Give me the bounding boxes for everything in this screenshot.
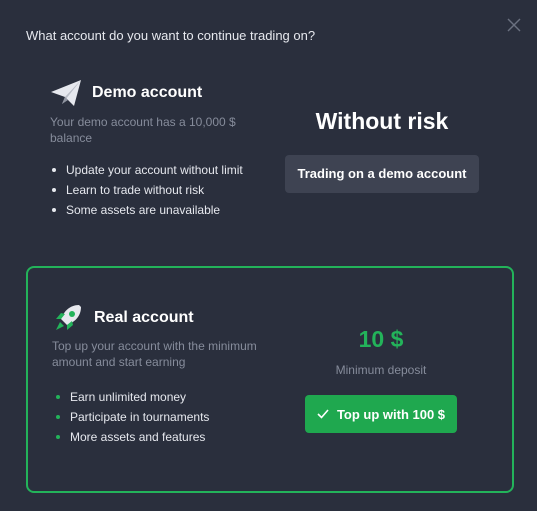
minimum-deposit-amount: 10 $ (358, 326, 404, 352)
bullet-icon (56, 435, 60, 439)
demo-account-header: Demo account (50, 78, 490, 108)
real-account-description: Top up your account with the minimum amo… (52, 339, 257, 369)
real-feature-list: Earn unlimited money Participate in tour… (54, 387, 209, 447)
demo-account-section: Demo account Your demo account has a 10,… (50, 78, 490, 228)
minimum-deposit-label: Minimum deposit (335, 363, 427, 377)
bullet-icon (56, 415, 60, 419)
close-icon (507, 18, 521, 32)
real-account-header: Real account (52, 302, 194, 334)
bullet-icon (52, 208, 56, 212)
list-item: Earn unlimited money (54, 387, 209, 407)
top-up-button[interactable]: Top up with 100 $ (304, 395, 458, 433)
dialog-question: What account do you want to continue tra… (26, 28, 316, 43)
top-up-button-label: Top up with 100 $ (336, 406, 446, 422)
demo-headline: Without risk (315, 108, 449, 134)
list-item: Some assets are unavailable (50, 200, 490, 220)
rocket-icon (56, 305, 81, 330)
bullet-icon (56, 395, 60, 399)
account-choice-dialog: What account do you want to continue tra… (0, 0, 537, 511)
paper-plane-icon (51, 80, 81, 106)
list-item: Participate in tournaments (54, 407, 209, 427)
close-button[interactable] (505, 16, 523, 34)
bullet-icon (52, 188, 56, 192)
list-item: More assets and features (54, 427, 209, 447)
trade-demo-button[interactable]: Trading on a demo account (285, 155, 479, 193)
demo-account-title: Demo account (92, 84, 203, 101)
real-account-title: Real account (94, 309, 194, 326)
demo-account-description: Your demo account has a 10,000 $ balance (50, 115, 236, 145)
check-icon (317, 409, 329, 419)
demo-account-cta: Without risk Trading on a demo account (284, 108, 480, 193)
real-account-cta: 10 $ Minimum deposit Top up with 100 $ (296, 326, 466, 433)
bullet-icon (52, 168, 56, 172)
real-account-card[interactable]: Real account Top up your account with th… (26, 266, 514, 493)
